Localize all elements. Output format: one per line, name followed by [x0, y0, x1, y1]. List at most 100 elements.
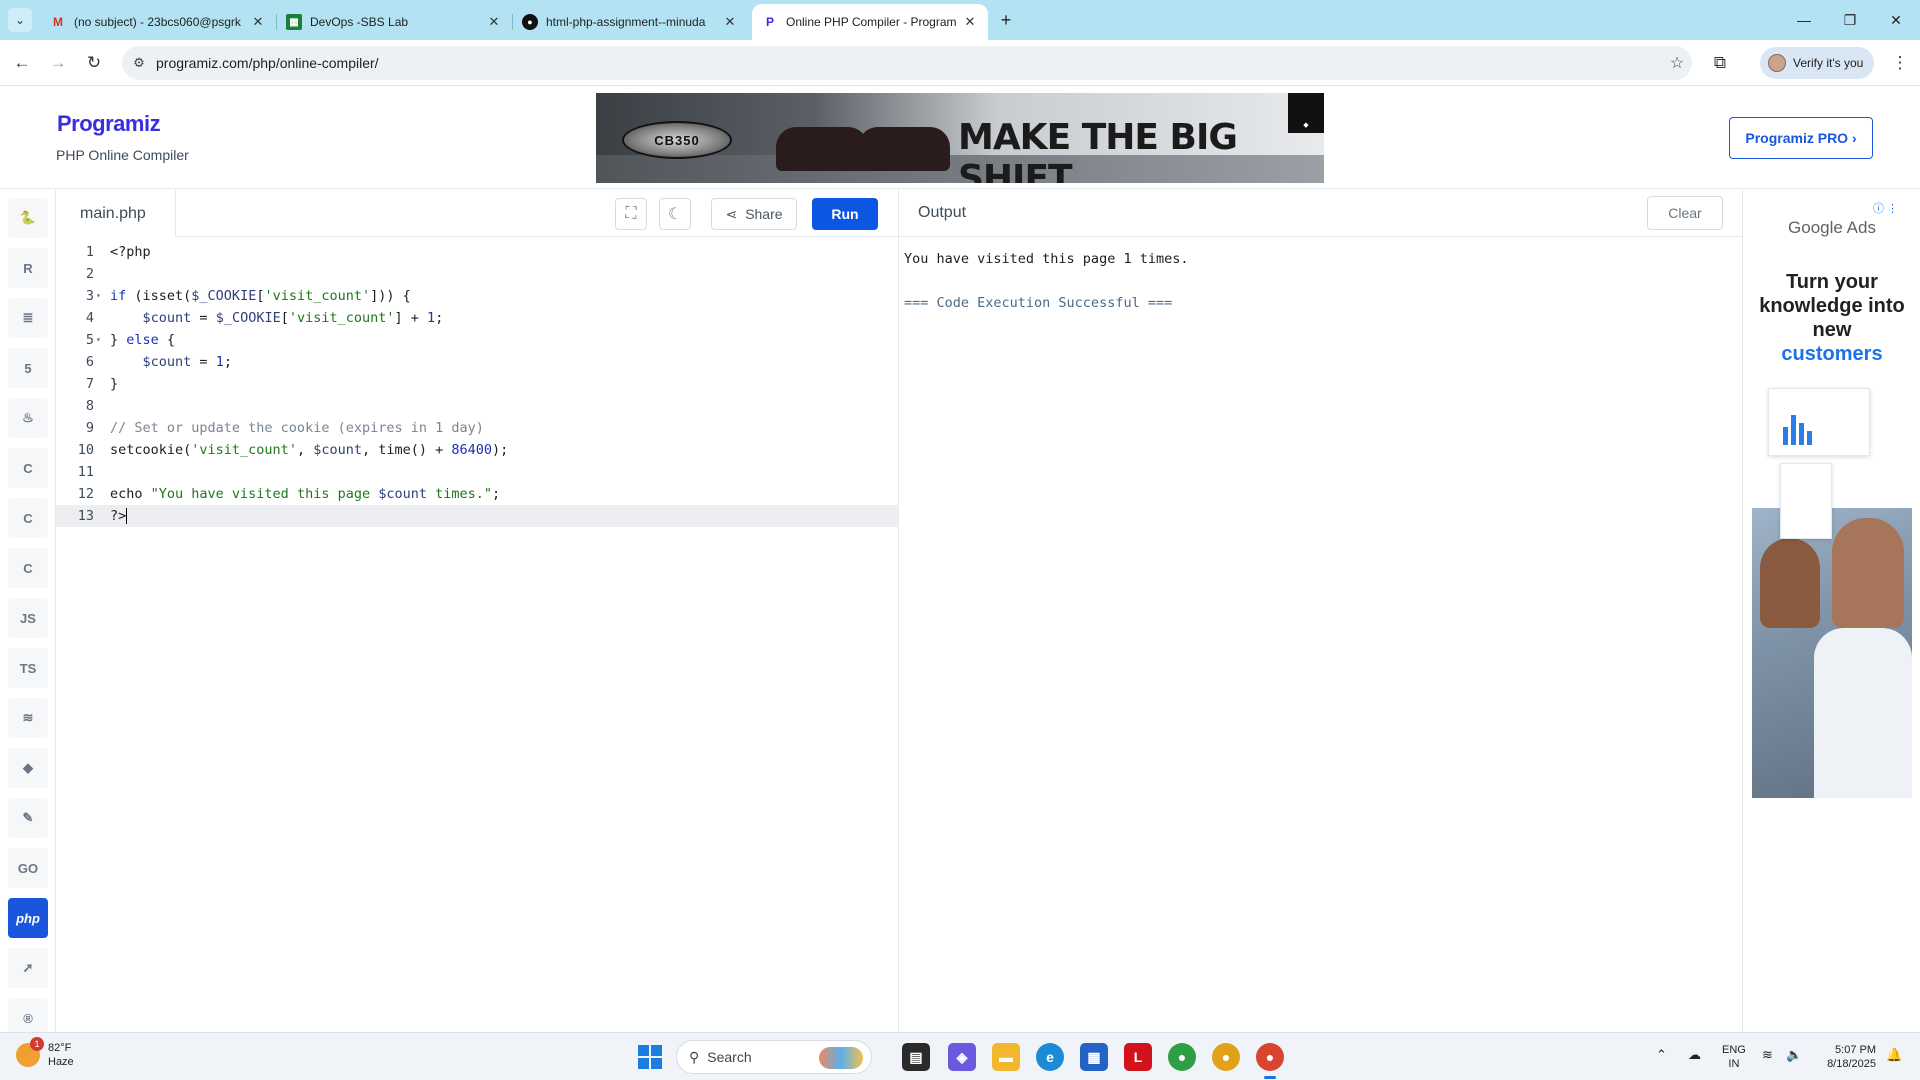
weather-icon: 1	[16, 1037, 44, 1067]
chrome-profile-icon[interactable]: ●	[1212, 1043, 1240, 1071]
minimize-icon[interactable]: —	[1792, 8, 1816, 32]
output-header: Output Clear	[900, 190, 1743, 237]
browser-tab-devops[interactable]: ▦ DevOps -SBS Lab ✕	[276, 4, 513, 40]
sidebar-item-go[interactable]: GO	[8, 848, 48, 888]
clock-time: 5:07 PM	[1835, 1044, 1876, 1056]
edge-icon[interactable]: e	[1036, 1043, 1064, 1071]
dark-mode-icon[interactable]: ☾	[659, 198, 691, 230]
sidebar-item-ts[interactable]: TS	[8, 648, 48, 688]
close-icon[interactable]: ✕	[486, 14, 502, 30]
fullscreen-icon[interactable]: ⛶	[615, 198, 647, 230]
side-ad[interactable]: ⓘ ⋮ Google Ads Turn your knowledge into …	[1752, 198, 1912, 798]
code-line[interactable]: 5 ▾} else {	[56, 329, 899, 351]
sidebar-item-swift2[interactable]: ➚	[8, 948, 48, 988]
sidebar-item-sql[interactable]: ≣	[8, 298, 48, 338]
fold-toggle-icon[interactable]: ▾	[96, 285, 106, 307]
line-number: 11	[77, 464, 94, 480]
store-icon[interactable]: ▦	[1080, 1043, 1108, 1071]
browser-tab-programiz[interactable]: P Online PHP Compiler - Program ✕	[752, 4, 988, 40]
sidebar-item-c[interactable]: C	[8, 448, 48, 488]
output-pane: Output Clear You have visited this page …	[900, 190, 1743, 1032]
show-hidden-icons-icon[interactable]: ⌃	[1656, 1047, 1667, 1063]
code-line[interactable]: 8	[56, 395, 899, 417]
forward-icon[interactable]: →	[46, 51, 70, 75]
wifi-icon[interactable]: ≋	[1762, 1047, 1773, 1063]
code-line[interactable]: 10 setcookie('visit_count', $count, time(…	[56, 439, 899, 461]
run-button[interactable]: Run	[812, 198, 878, 230]
extensions-icon[interactable]: ⧉	[1708, 51, 1732, 75]
line-number: 9	[85, 420, 94, 436]
file-explorer-icon[interactable]: ▬	[992, 1043, 1020, 1071]
code-area[interactable]: 1 <?php 2 3 ▾ if (isset($_COOKIE['visit_count…	[56, 237, 899, 527]
output-title: Output	[918, 204, 967, 221]
chrome-active-icon[interactable]: ●	[1256, 1043, 1284, 1079]
close-icon[interactable]: ✕	[962, 14, 978, 30]
code-line[interactable]: 2	[56, 263, 899, 285]
sidebar-item-go-lang[interactable]: ≋	[8, 698, 48, 738]
fold-toggle-icon[interactable]: ▾	[96, 329, 106, 351]
sidebar-item-swift[interactable]: ✎	[8, 798, 48, 838]
share-button[interactable]: ⋖ Share	[711, 198, 797, 230]
sidebar-item-python[interactable]: 🐍	[8, 198, 48, 238]
code-line[interactable]: 13 ?>	[56, 505, 899, 527]
sidebar-item-csharp[interactable]: C	[8, 548, 48, 588]
code-line[interactable]: 4 $count = $_COOKIE['visit_count'] + 1;	[56, 307, 899, 329]
code-line[interactable]: 3 ▾ if (isset($_COOKIE['visit_count'])) {	[56, 285, 899, 307]
chrome-profile-icon[interactable]: ●	[1168, 1043, 1196, 1071]
gmail-icon: M	[53, 15, 63, 29]
restore-icon[interactable]: ❐	[1838, 8, 1862, 32]
code-line[interactable]: 12 echo "You have visited this page $coun…	[56, 483, 899, 505]
close-icon[interactable]: ✕	[722, 14, 738, 30]
sidebar-item-r[interactable]: R	[8, 248, 48, 288]
code-line[interactable]: 11	[56, 461, 899, 483]
task-view-icon[interactable]: ▤	[902, 1043, 930, 1071]
editor-toolbar: main.php ⛶ ☾ ⋖ Share Run	[56, 190, 899, 237]
ad-motorcycle-image	[776, 127, 868, 171]
profile-verify-button[interactable]: Verify it's you	[1760, 47, 1874, 79]
tab-search-menu-icon[interactable]: ⌄	[8, 8, 32, 32]
browser-tab-gmail[interactable]: M (no subject) - 23bcs060@psgrk ✕	[40, 4, 277, 40]
system-clock[interactable]: 5:07 PM 8/18/2025	[1816, 1043, 1876, 1071]
ad-headline: MAKE THE BIG SHIFT	[958, 117, 1238, 183]
back-icon[interactable]: ←	[10, 51, 34, 75]
window-close-icon[interactable]: ✕	[1884, 8, 1908, 32]
clear-button[interactable]: Clear	[1647, 196, 1723, 230]
reload-icon[interactable]: ↻	[82, 51, 106, 75]
language-indicator[interactable]: ENG IN	[1722, 1043, 1746, 1071]
code-line[interactable]: 7}	[56, 373, 899, 395]
google-ads-logo: Google Ads	[1788, 218, 1876, 237]
url-text[interactable]: programiz.com/php/online-compiler/	[156, 55, 1662, 71]
lenovo-app-icon[interactable]: L	[1124, 1043, 1152, 1071]
windows-start-icon[interactable]	[638, 1045, 662, 1069]
ad-info-icon[interactable]: ⓘ ⋮	[1873, 200, 1898, 216]
taskbar-search[interactable]: ⚲ Search	[676, 1040, 872, 1074]
sidebar-item-js[interactable]: JS	[8, 598, 48, 638]
onedrive-offline-icon[interactable]: ☁	[1688, 1047, 1701, 1063]
code-line[interactable]: 6 $count = 1;	[56, 351, 899, 373]
sidebar-item-cpp[interactable]: C	[8, 498, 48, 538]
code-line[interactable]: 9 // Set or update the cookie (expires in…	[56, 417, 899, 439]
bookmark-star-icon[interactable]: ☆	[1662, 53, 1692, 73]
new-tab-icon[interactable]: +	[994, 8, 1018, 32]
ad-chart-bar	[1791, 415, 1796, 445]
copilot-icon[interactable]: ◈	[948, 1043, 976, 1071]
programiz-logo[interactable]: Programiz	[57, 111, 161, 137]
banner-ad[interactable]: CB350 MAKE THE BIG SHIFT i ◆	[596, 93, 1324, 183]
programiz-pro-button[interactable]: Programiz PRO ›	[1729, 117, 1873, 159]
file-tab-main-php[interactable]: main.php	[56, 190, 176, 237]
weather-widget[interactable]: 1 82°F Haze	[16, 1037, 74, 1069]
site-info-icon[interactable]: ⚙	[122, 55, 156, 71]
browser-menu-icon[interactable]: ⋮	[1888, 51, 1912, 75]
notification-bell-icon[interactable]: 🔔	[1886, 1047, 1902, 1063]
browser-tab-github[interactable]: ● html-php-assignment--minuda ✕	[512, 4, 748, 40]
sidebar-item-ruby[interactable]: ◆	[8, 748, 48, 788]
volume-icon[interactable]: 🔈	[1786, 1047, 1802, 1063]
sidebar-item-java[interactable]: ♨	[8, 398, 48, 438]
sidebar-item-php[interactable]: php	[8, 898, 48, 938]
address-bar[interactable]: ⚙ programiz.com/php/online-compiler/ ☆	[122, 46, 1692, 80]
close-icon[interactable]: ✕	[250, 14, 266, 30]
sidebar-item-html[interactable]: 5	[8, 348, 48, 388]
code-line[interactable]: 1 <?php	[56, 241, 899, 263]
language-sidebar: 🐍 R ≣ 5 ♨ C C C JS TS ≋ ◆ ✎ GO php ➚ ®	[0, 190, 56, 1038]
